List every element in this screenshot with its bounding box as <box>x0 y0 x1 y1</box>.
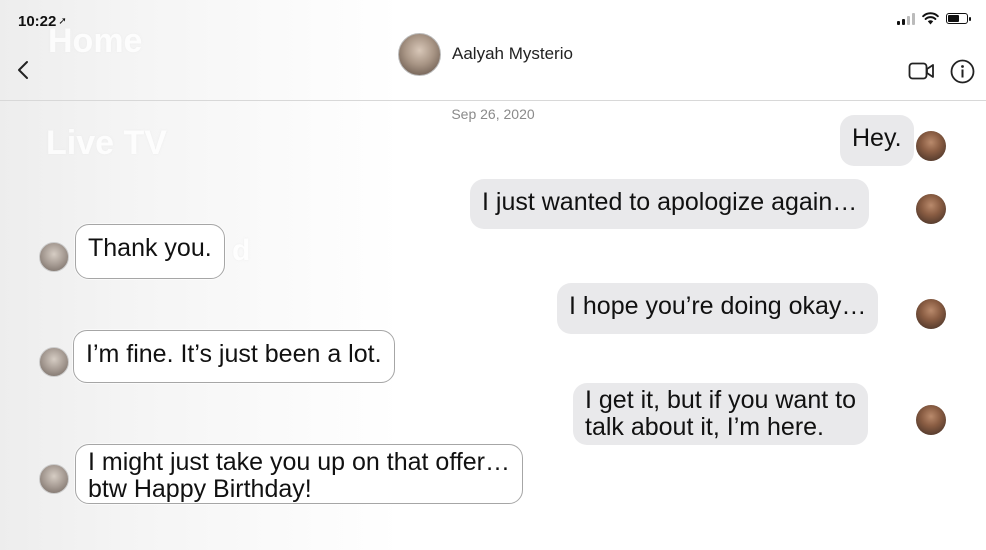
message-text: Thank you. <box>88 234 212 262</box>
message-bubble-incoming[interactable]: Thank you. <box>75 224 225 279</box>
video-camera-icon <box>908 62 934 80</box>
message-text: I’m fine. It’s just been a lot. <box>86 340 382 368</box>
message-text: Hey. <box>852 124 902 152</box>
message-bubble-outgoing[interactable]: I hope you’re doing okay… <box>557 283 879 334</box>
sender-avatar <box>916 194 946 224</box>
video-call-button[interactable] <box>908 60 935 87</box>
message-text-line: I get it, but if you want to <box>585 386 856 414</box>
message-text-line: talk about it, I’m here. <box>585 413 825 441</box>
contact-message-avatar <box>39 464 69 494</box>
contact-avatar[interactable] <box>398 33 441 76</box>
chat-screen: Home Live TV d 10:22 ➚ Aalyah Mysterio S… <box>0 0 986 550</box>
back-button[interactable] <box>12 58 36 82</box>
sender-avatar <box>916 405 946 435</box>
message-text: I just wanted to apologize again… <box>482 188 858 216</box>
message-bubble-outgoing[interactable]: I get it, but if you want to talk about … <box>573 383 868 445</box>
info-icon <box>950 59 975 84</box>
message-text-line: btw Happy Birthday! <box>88 475 312 503</box>
message-bubble-incoming[interactable]: I might just take you up on that offer… … <box>75 444 523 504</box>
background-ghost-live: Live TV <box>46 124 167 162</box>
contact-message-avatar <box>39 242 69 272</box>
message-bubble-outgoing[interactable]: Hey. <box>840 115 914 166</box>
conversation-date: Sep 26, 2020 <box>451 106 535 122</box>
contact-name[interactable]: Aalyah Mysterio <box>452 44 573 64</box>
message-text: I hope you’re doing okay… <box>569 292 867 320</box>
contact-message-avatar <box>39 347 69 377</box>
message-bubble-incoming[interactable]: I’m fine. It’s just been a lot. <box>73 330 395 383</box>
sender-avatar <box>916 131 946 161</box>
contact-header[interactable]: Aalyah Mysterio <box>398 33 573 76</box>
sender-avatar <box>916 299 946 329</box>
info-button[interactable] <box>950 59 975 89</box>
message-bubble-outgoing[interactable]: I just wanted to apologize again… <box>470 179 870 229</box>
background-ghost-d: d <box>232 234 251 267</box>
message-text-line: I might just take you up on that offer… <box>88 448 510 476</box>
chevron-left-icon <box>18 61 28 79</box>
